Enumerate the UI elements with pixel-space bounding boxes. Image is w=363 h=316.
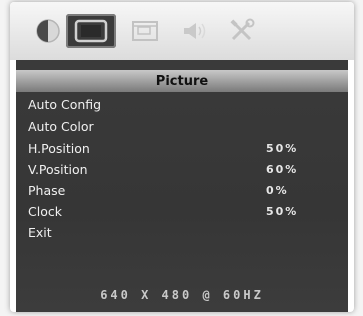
menu-item-exit[interactable]: Exit	[28, 223, 338, 241]
tab-picture[interactable]	[66, 14, 116, 48]
menu-item-label: H.Position	[28, 140, 90, 156]
menu-item-label: Auto Color	[28, 118, 94, 134]
menu-item-phase[interactable]: Phase 0%	[28, 181, 338, 199]
tab-contrast[interactable]	[32, 14, 64, 48]
tab-tools[interactable]	[224, 14, 260, 48]
tab-audio[interactable]	[176, 14, 212, 48]
osd-setup-icon	[130, 19, 160, 43]
menu-item-auto-color[interactable]: Auto Color	[28, 117, 338, 135]
resolution-status: 640 X 480 @ 60HZ	[100, 288, 264, 302]
icon-tab-bar	[10, 2, 354, 60]
menu-item-label: V.Position	[28, 161, 88, 177]
osd-window: Picture Auto Config Auto Color H.Positio…	[10, 2, 354, 312]
tools-icon	[227, 18, 257, 44]
menu-title: Picture	[155, 73, 209, 89]
picture-icon	[73, 18, 109, 44]
menu-title-bar: Picture	[16, 70, 348, 92]
picture-menu-panel: Picture Auto Config Auto Color H.Positio…	[16, 60, 348, 312]
menu-item-clock[interactable]: Clock 50%	[28, 202, 338, 220]
menu-item-h-position[interactable]: H.Position 50%	[28, 139, 338, 157]
menu-item-label: Clock	[28, 203, 62, 219]
clock-value: 50%	[266, 204, 299, 218]
speaker-icon	[179, 19, 209, 43]
menu-item-label: Phase	[28, 182, 66, 198]
menu-item-label: Auto Config	[28, 96, 102, 112]
tab-osd-setup[interactable]	[126, 14, 164, 48]
menu-item-label: Exit	[28, 224, 52, 240]
phase-value: 0%	[266, 183, 289, 197]
h-position-value: 50%	[266, 141, 299, 155]
menu-item-auto-config[interactable]: Auto Config	[28, 95, 338, 113]
menu-item-v-position[interactable]: V.Position 60%	[28, 160, 338, 178]
contrast-icon	[35, 18, 61, 44]
v-position-value: 60%	[266, 162, 299, 176]
